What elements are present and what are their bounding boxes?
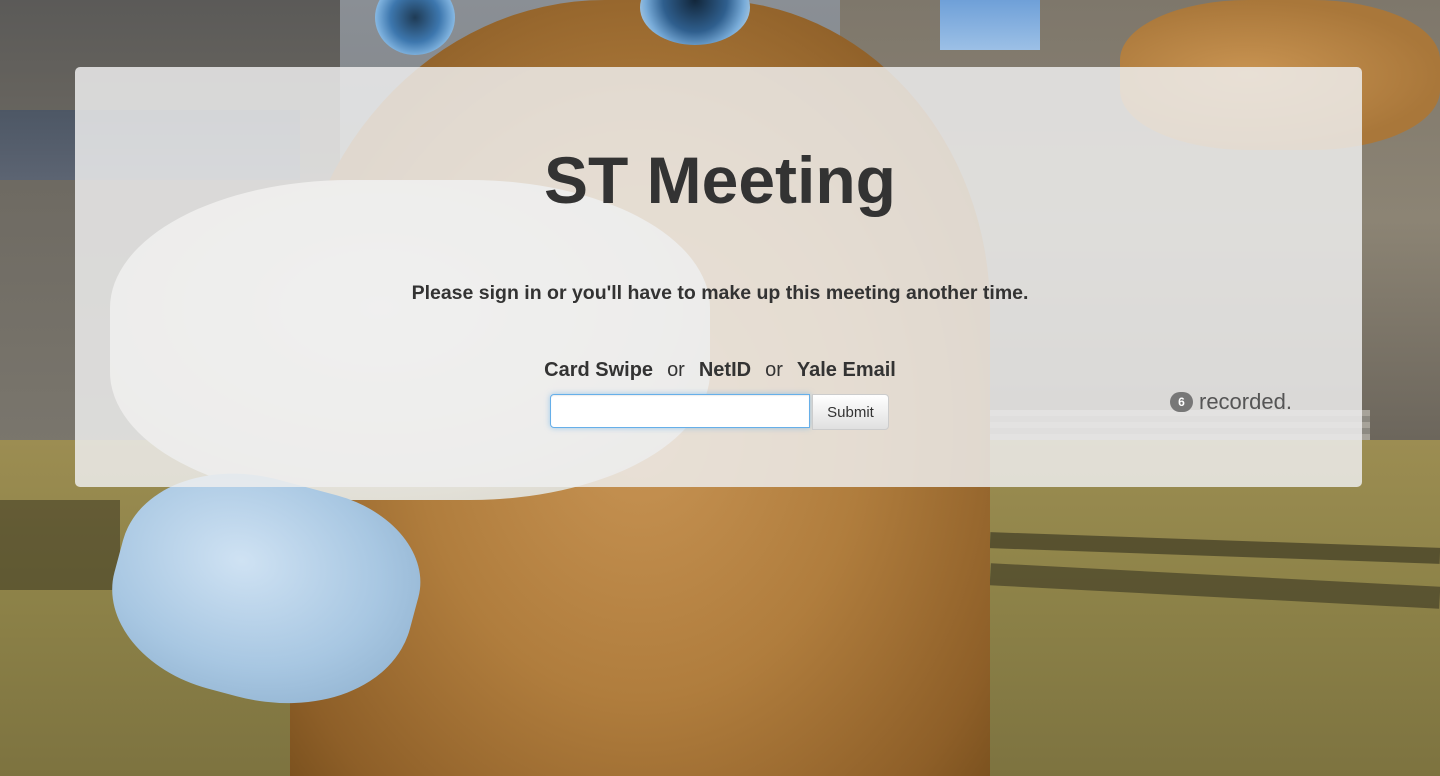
page-subtitle: Please sign in or you'll have to make up… xyxy=(411,282,1029,304)
signin-input[interactable] xyxy=(550,394,810,428)
recorded-label: recorded. xyxy=(1199,389,1292,414)
background-sky xyxy=(940,0,1040,50)
method-netid: NetID xyxy=(698,359,752,381)
signin-methods: Card Swipe or NetID or Yale Email xyxy=(0,358,1440,382)
method-separator: or xyxy=(667,359,685,381)
page-title: ST Meeting xyxy=(543,143,896,217)
background-shadow xyxy=(0,500,120,590)
mascot-eye xyxy=(375,0,455,55)
method-card-swipe: Card Swipe xyxy=(544,359,654,381)
method-yale-email: Yale Email xyxy=(796,359,896,381)
recorded-status: 6 recorded. xyxy=(1170,388,1292,416)
submit-button[interactable]: Submit xyxy=(812,394,889,430)
method-separator: or xyxy=(765,359,783,381)
recorded-count-badge: 6 xyxy=(1170,392,1193,412)
